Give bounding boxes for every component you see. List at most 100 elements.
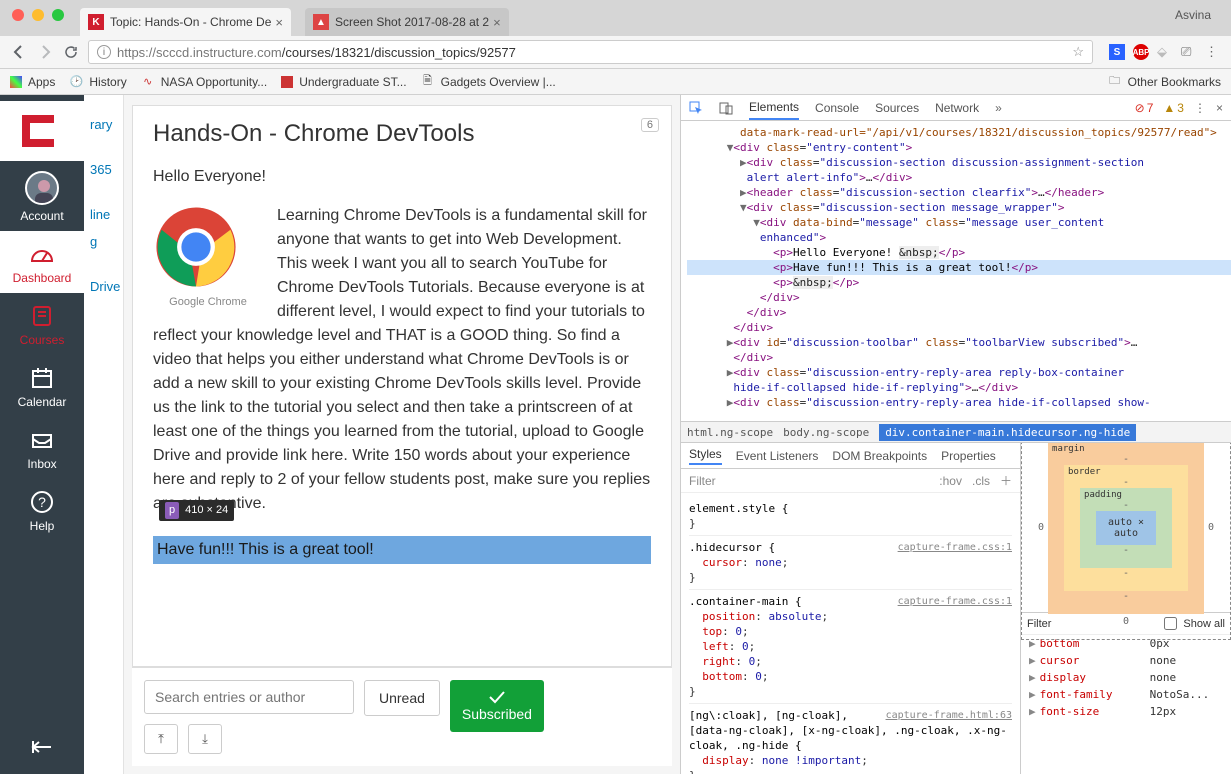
tab-console[interactable]: Console (815, 97, 859, 119)
close-window-icon[interactable] (12, 9, 24, 21)
svg-text:?: ? (38, 494, 46, 510)
tab-dom-breakpoints[interactable]: DOM Breakpoints (832, 449, 927, 463)
expand-replies-button[interactable]: ⤓ (188, 724, 222, 754)
bookmark-item[interactable]: Undergraduate ST... (281, 75, 406, 89)
subscribed-button[interactable]: Subscribed (450, 680, 544, 732)
discussion-entry: 6 Hands-On - Chrome DevTools Hello Every… (132, 105, 672, 667)
canvas-logo[interactable] (0, 101, 84, 161)
apps-shortcut[interactable]: Apps (10, 75, 55, 89)
back-button[interactable] (10, 43, 28, 61)
tab-styles[interactable]: Styles (689, 447, 722, 465)
styles-tabbar: Styles Event Listeners DOM Breakpoints P… (681, 443, 1020, 469)
discussion-toolbar: Unread ⤒ ⤓ Subscribed (132, 667, 672, 766)
discussion-greeting: Hello Everyone! (153, 168, 651, 186)
inspect-element-icon[interactable] (689, 101, 703, 115)
devtools-close-icon[interactable]: × (1216, 101, 1223, 115)
nav-help[interactable]: ? Help (0, 479, 84, 541)
error-count[interactable]: ⊘7 (1135, 101, 1154, 115)
menu-icon[interactable]: ⋮ (1205, 44, 1221, 60)
breadcrumb[interactable]: html.ng-scope body.ng-scope div.containe… (681, 421, 1231, 443)
reply-count-badge: 6 (641, 118, 659, 132)
tab-title: Screen Shot 2017-08-28 at 2 (335, 15, 489, 29)
tab-properties[interactable]: Properties (941, 449, 996, 463)
dom-tree[interactable]: data-mark-read-url="/api/v1/courses/1832… (681, 121, 1231, 421)
cls-toggle[interactable]: .cls (972, 474, 990, 488)
course-nav-item[interactable]: line (84, 201, 123, 228)
nav-courses[interactable]: Courses (0, 293, 84, 355)
tab-network[interactable]: Network (935, 97, 979, 119)
canvas-favicon-icon: K (88, 14, 104, 30)
course-nav-item[interactable]: g (84, 228, 123, 255)
nav-dashboard[interactable]: Dashboard (0, 231, 84, 293)
image-favicon-icon: ▲ (313, 14, 329, 30)
collapse-icon (29, 734, 55, 760)
bookmark-item[interactable]: 🕑History (69, 75, 126, 89)
avatar-icon (25, 171, 59, 205)
zoom-window-icon[interactable] (52, 9, 64, 21)
more-tabs-icon[interactable]: » (995, 101, 1002, 115)
browser-tab-active[interactable]: K Topic: Hands-On - Chrome De × (80, 8, 291, 36)
css-rules[interactable]: element.style {} capture-frame.css:1.hid… (681, 493, 1020, 774)
nav-inbox[interactable]: Inbox (0, 417, 84, 479)
bookmark-item[interactable]: ∿NASA Opportunity... (141, 75, 268, 89)
device-toolbar-icon[interactable] (719, 101, 733, 115)
tab-title: Topic: Hands-On - Chrome De (110, 15, 271, 29)
address-bar[interactable]: i https://scccd.instructure.com/courses/… (88, 40, 1093, 64)
browser-tabstrip: K Topic: Hands-On - Chrome De × ▲ Screen… (0, 0, 1231, 36)
discussion-title: Hands-On - Chrome DevTools (153, 120, 651, 148)
url-host: https://scccd.instructure.com (117, 45, 282, 60)
search-input[interactable] (144, 680, 354, 714)
clock-icon: 🕑 (69, 75, 83, 89)
tooltip-tag: p (165, 502, 179, 519)
tab-close-icon[interactable]: × (493, 15, 501, 30)
course-nav-item[interactable]: 365 (84, 156, 123, 183)
collapse-replies-button[interactable]: ⤒ (144, 724, 178, 754)
dashboard-icon (29, 241, 55, 267)
new-rule-icon[interactable]: ＋ (1000, 472, 1012, 489)
course-nav-item[interactable]: rary (84, 111, 123, 138)
forward-button[interactable] (36, 43, 54, 61)
help-icon: ? (29, 489, 55, 515)
inspected-element-highlight: Have fun!!! This is a great tool! (153, 536, 651, 564)
page-icon: 🗎 (421, 75, 435, 89)
profile-name[interactable]: Asvina (1175, 8, 1219, 28)
crumb-item[interactable]: html.ng-scope (687, 426, 773, 439)
tab-close-icon[interactable]: × (275, 15, 283, 30)
tooltip-dimensions: 410 × 24 (185, 502, 228, 519)
tab-sources[interactable]: Sources (875, 97, 919, 119)
browser-tab[interactable]: ▲ Screen Shot 2017-08-28 at 2 × (305, 8, 509, 36)
abp-extension-icon[interactable]: ABP (1133, 44, 1149, 60)
site-info-icon[interactable]: i (97, 45, 111, 59)
url-path: /courses/18321/discussion_topics/92577 (282, 45, 516, 60)
course-nav-item[interactable]: Drive (84, 273, 123, 300)
bookmark-item[interactable]: 🗎Gadgets Overview |... (421, 75, 556, 89)
warning-count[interactable]: ▲3 (1163, 101, 1184, 115)
inbox-icon (29, 427, 55, 453)
box-model[interactable]: position 0 0 margin - border - padding -… (1021, 443, 1231, 613)
page-icon (281, 76, 293, 88)
devtools-menu-icon[interactable]: ⋮ (1194, 101, 1206, 115)
window-controls[interactable] (12, 9, 64, 21)
tab-event-listeners[interactable]: Event Listeners (736, 449, 819, 463)
cast-icon[interactable]: ⎚ (1181, 44, 1197, 60)
chrome-logo-figure: Google Chrome (153, 204, 263, 311)
nav-account[interactable]: Account (0, 161, 84, 231)
nav-collapse[interactable] (0, 724, 84, 774)
star-icon[interactable]: ☆ (1072, 44, 1084, 60)
institution-logo-icon (20, 111, 64, 151)
crumb-item-active[interactable]: div.container-main.hidecursor.ng-hide (879, 424, 1136, 441)
nav-calendar[interactable]: Calendar (0, 355, 84, 417)
extension-icon[interactable]: ⬙ (1157, 44, 1173, 60)
minimize-window-icon[interactable] (32, 9, 44, 21)
unread-button[interactable]: Unread (364, 680, 440, 716)
reload-button[interactable] (62, 43, 80, 61)
hov-toggle[interactable]: :hov (939, 474, 962, 488)
extension-icon[interactable]: S (1109, 44, 1125, 60)
crumb-item[interactable]: body.ng-scope (783, 426, 869, 439)
filter-input[interactable]: Filter (689, 474, 716, 488)
tab-elements[interactable]: Elements (749, 96, 799, 120)
other-bookmarks[interactable]: 🗀Other Bookmarks (1108, 75, 1221, 89)
nasa-icon: ∿ (141, 75, 155, 89)
extension-icons: S ABP ⬙ ⎚ ⋮ (1109, 44, 1221, 60)
devtools-panel: Elements Console Sources Network » ⊘7 ▲3… (680, 95, 1231, 774)
